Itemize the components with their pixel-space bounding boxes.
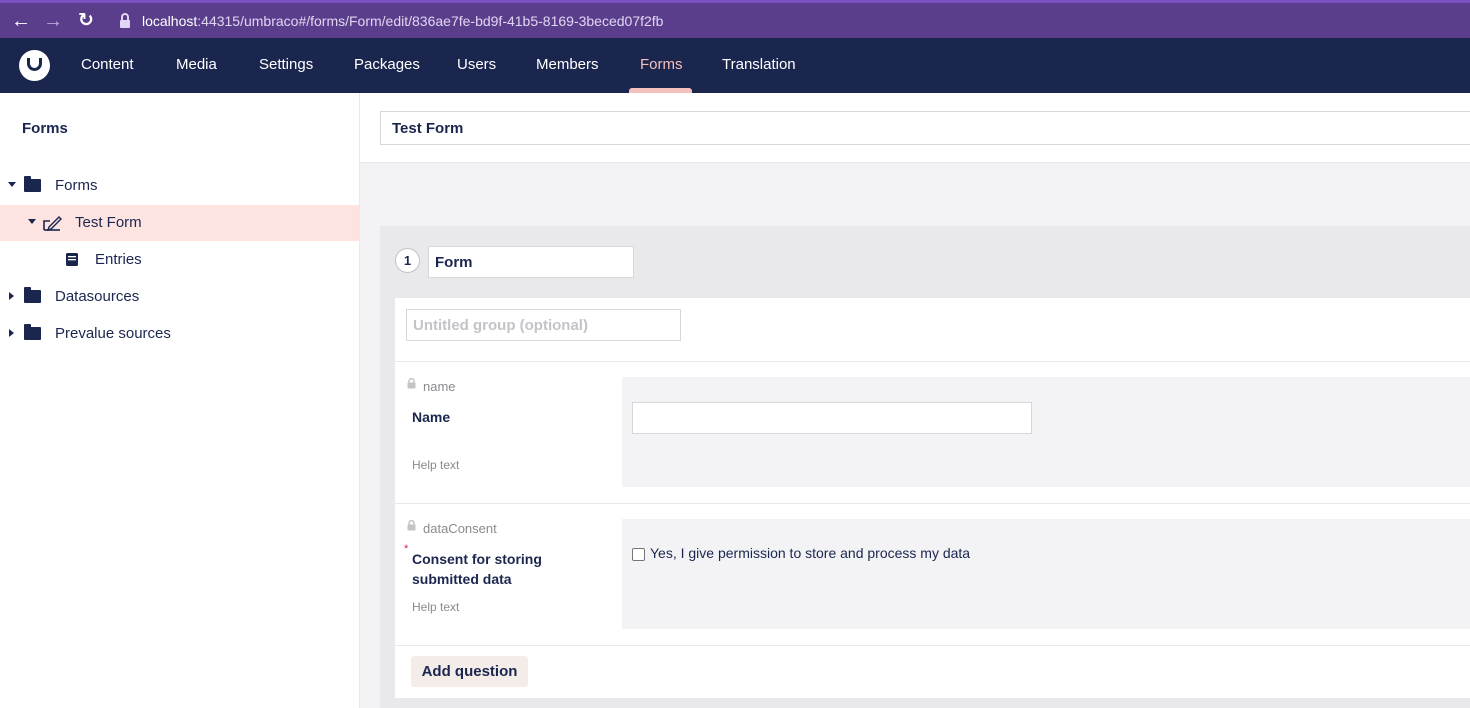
- divider: [395, 503, 1470, 504]
- tree-item-prevalue-sources[interactable]: Prevalue sources: [0, 316, 359, 352]
- field-alias: dataConsent: [423, 521, 497, 536]
- nav-item-settings[interactable]: Settings: [259, 38, 313, 93]
- field-preview: [622, 377, 1470, 487]
- form-edit-icon: [43, 216, 62, 232]
- group-name-input[interactable]: [406, 309, 681, 341]
- add-question-button[interactable]: Add question: [411, 656, 528, 687]
- address-bar[interactable]: localhost:44315/umbraco#/forms/Form/edit…: [142, 12, 663, 30]
- url-host: localhost: [142, 13, 198, 29]
- field-alias: name: [423, 379, 456, 394]
- nav-item-translation[interactable]: Translation: [722, 38, 796, 93]
- form-name-input[interactable]: [380, 111, 1470, 145]
- required-marker: *: [404, 543, 409, 555]
- tree-item-label: Entries: [95, 251, 142, 268]
- nav-item-media[interactable]: Media: [176, 38, 217, 93]
- folder-icon: [24, 324, 41, 340]
- nav-item-members[interactable]: Members: [536, 38, 599, 93]
- consent-preview-label: Yes, I give permission to store and proc…: [650, 545, 971, 561]
- tree-item-test-form[interactable]: Test Form: [0, 205, 359, 241]
- tree-item-entries[interactable]: Entries: [0, 242, 359, 278]
- form-editor: 1 name Name Help text: [360, 93, 1470, 708]
- editor-header: [360, 93, 1470, 163]
- field-label: Name: [412, 409, 451, 425]
- tree-item-label: Forms: [55, 177, 98, 194]
- reload-icon[interactable]: ↻: [74, 9, 98, 33]
- field-help-text: Help text: [412, 458, 460, 472]
- field-label: Consent for storing submitted data: [412, 551, 542, 587]
- field-preview: Yes, I give permission to store and proc…: [622, 519, 1470, 629]
- field-help-text: Help text: [412, 600, 460, 614]
- tree-item-label: Test Form: [75, 214, 142, 231]
- nav-item-users[interactable]: Users: [457, 38, 496, 93]
- tree-item-label: Prevalue sources: [55, 325, 171, 342]
- field-group: name Name Help text dataConsent * Consen…: [395, 298, 1470, 698]
- caret-down-icon[interactable]: [28, 219, 36, 224]
- url-path: :44315/umbraco#/forms/Form/edit/836ae7fe…: [197, 13, 664, 29]
- folder-icon: [24, 176, 41, 192]
- back-arrow-icon[interactable]: ←: [9, 9, 33, 33]
- page-name-input[interactable]: [428, 246, 634, 278]
- forward-arrow-icon[interactable]: →: [41, 9, 65, 33]
- tree-item-datasources[interactable]: Datasources: [0, 279, 359, 315]
- tree-item-label: Datasources: [55, 288, 140, 305]
- caret-down-icon[interactable]: [8, 182, 16, 187]
- tree-item-forms[interactable]: Forms: [0, 168, 359, 204]
- nav-item-content[interactable]: Content: [81, 38, 134, 93]
- divider: [395, 361, 1470, 362]
- consent-preview-checkbox: [632, 548, 645, 561]
- nav-item-packages[interactable]: Packages: [354, 38, 420, 93]
- form-page: 1 name Name Help text: [380, 226, 1470, 708]
- umbraco-logo-icon[interactable]: [19, 50, 50, 81]
- folder-icon: [24, 287, 41, 303]
- browser-toolbar: ← → ↻ localhost:44315/umbraco#/forms/For…: [0, 0, 1470, 38]
- caret-right-icon[interactable]: [9, 292, 14, 300]
- lock-icon: [407, 378, 416, 389]
- name-preview-input: [632, 402, 1032, 434]
- entries-icon: [66, 253, 78, 266]
- sidebar: Forms Forms Test Form Entries Datasource…: [0, 93, 360, 708]
- page-number-badge: 1: [395, 248, 420, 273]
- caret-right-icon[interactable]: [9, 329, 14, 337]
- sidebar-title: Forms: [22, 120, 68, 137]
- lock-icon: [407, 520, 416, 531]
- nav-item-forms[interactable]: Forms: [640, 38, 683, 93]
- top-navigation: Content Media Settings Packages Users Me…: [0, 38, 1470, 93]
- lock-icon: [120, 13, 130, 28]
- divider: [395, 645, 1470, 646]
